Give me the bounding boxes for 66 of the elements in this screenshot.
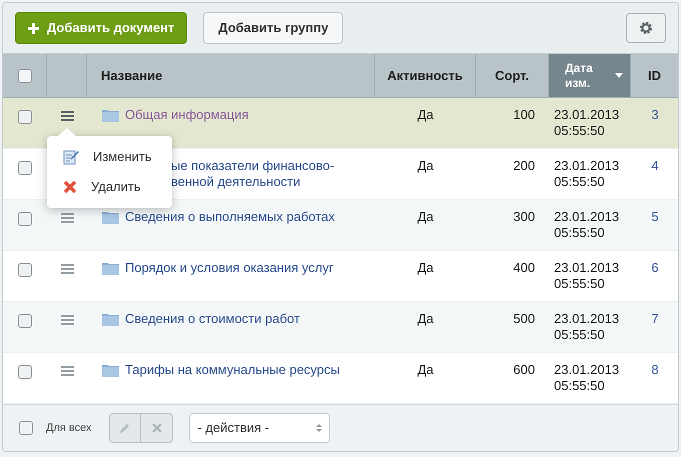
id-link[interactable]: 8 (651, 362, 659, 377)
menu-icon[interactable] (60, 264, 74, 274)
folder-link[interactable]: Порядок и условия оказания услуг (125, 260, 334, 276)
folder-link[interactable]: Сведения о выполняемых работах (125, 209, 335, 225)
date-cell: 23.01.2013 05:55:50 (554, 260, 620, 291)
checkbox[interactable] (18, 161, 32, 175)
folder-icon (102, 363, 119, 377)
id-link[interactable]: 7 (651, 311, 659, 326)
column-header[interactable]: Дата изм. (549, 54, 631, 97)
id-link[interactable]: 5 (651, 209, 659, 224)
folder-link[interactable]: Общая информация (125, 107, 249, 123)
add-group-button[interactable]: Добавить группу (203, 12, 344, 44)
date-cell: 23.01.2013 05:55:50 (554, 311, 620, 342)
checkbox[interactable] (19, 421, 33, 435)
id-link[interactable]: 6 (651, 260, 659, 275)
sort-cell: 400 (513, 260, 535, 275)
checkbox[interactable] (18, 263, 32, 277)
folder-icon (102, 312, 119, 326)
activity-cell: Да (417, 209, 434, 224)
menu-icon[interactable] (60, 111, 74, 121)
menu-icon[interactable] (60, 315, 74, 325)
activity-cell: Да (417, 107, 434, 122)
settings-icon (639, 21, 653, 35)
column-header[interactable]: Название (87, 54, 375, 97)
folder-link[interactable]: Тарифы на коммунальные ресурсы (125, 362, 340, 378)
checkbox[interactable] (18, 365, 32, 379)
sort-cell: 500 (513, 311, 535, 326)
settings-button[interactable] (626, 13, 666, 43)
menu-icon[interactable] (60, 366, 74, 376)
menu-icon[interactable] (60, 213, 74, 223)
checkbox[interactable] (18, 68, 32, 82)
plus-icon (28, 22, 39, 34)
date-cell: 23.01.2013 05:55:50 (554, 362, 620, 393)
sort-cell: 300 (513, 209, 535, 224)
checkbox[interactable] (18, 212, 32, 226)
column-header[interactable]: ID (631, 54, 678, 97)
actions-select[interactable]: - действия - (189, 413, 330, 443)
delete-icon (63, 180, 77, 194)
menu-item[interactable]: Изменить (47, 142, 172, 172)
sort-down-icon (615, 73, 623, 78)
folder-icon (102, 261, 119, 275)
menu-item[interactable]: Удалить (47, 172, 172, 202)
id-link[interactable]: 3 (651, 107, 659, 122)
folder-link[interactable]: Сведения о стоимости работ (125, 311, 300, 327)
checkbox[interactable] (18, 110, 32, 124)
edit-icon (63, 149, 79, 165)
activity-cell: Да (417, 158, 434, 173)
activity-cell: Да (417, 260, 434, 275)
folder-icon (102, 210, 119, 224)
date-cell: 23.01.2013 05:55:50 (554, 158, 620, 189)
folder-icon (102, 108, 119, 122)
sort-cell: 200 (513, 158, 535, 173)
folder-link[interactable]: ые показатели финансово- венной деятельности (171, 158, 334, 190)
pencil-icon (119, 422, 132, 434)
close-icon (152, 423, 162, 433)
for-all-label: Для всех (46, 420, 92, 436)
date-cell: 23.01.2013 05:55:50 (554, 209, 620, 240)
checkbox[interactable] (18, 314, 32, 328)
date-cell: 23.01.2013 05:55:50 (554, 107, 620, 138)
sort-cell: 600 (513, 362, 535, 377)
spinner-arrows-icon (316, 423, 322, 433)
column-header[interactable]: Активность (375, 54, 476, 97)
activity-cell: Да (417, 362, 434, 377)
activity-cell: Да (417, 311, 434, 326)
id-link[interactable]: 4 (651, 158, 659, 173)
sort-cell: 100 (513, 107, 535, 122)
